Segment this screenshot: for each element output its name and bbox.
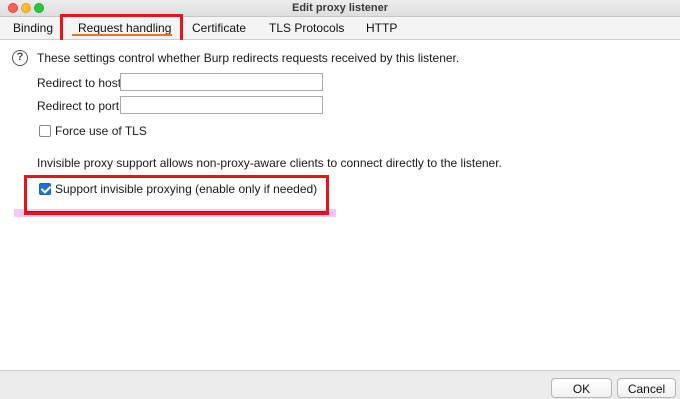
invisible-proxy-checkbox[interactable]: [39, 183, 51, 195]
force-tls-label: Force use of TLS: [55, 124, 147, 138]
tab-binding[interactable]: Binding: [13, 17, 53, 39]
highlight-stroke-dark: [26, 211, 328, 215]
invisible-proxy-description: Invisible proxy support allows non-proxy…: [37, 156, 502, 170]
tab-bar: Binding Request handling Certificate TLS…: [0, 17, 680, 40]
ok-button[interactable]: OK: [551, 378, 612, 398]
help-icon[interactable]: ?: [12, 50, 28, 66]
tab-tls-protocols[interactable]: TLS Protocols: [269, 17, 344, 39]
force-tls-checkbox[interactable]: [39, 125, 51, 137]
active-tab-indicator: [72, 34, 172, 36]
title-bar: Edit proxy listener: [0, 0, 680, 17]
redirect-port-label: Redirect to port:: [37, 99, 123, 113]
window-title: Edit proxy listener: [292, 2, 388, 14]
redirect-host-label: Redirect to host:: [37, 76, 125, 90]
cancel-button[interactable]: Cancel: [617, 378, 676, 398]
invisible-proxy-label: Support invisible proxying (enable only …: [55, 182, 318, 196]
tab-certificate[interactable]: Certificate: [192, 17, 246, 39]
tab-http[interactable]: HTTP: [366, 17, 397, 39]
redirect-host-input[interactable]: [120, 73, 323, 91]
settings-description: These settings control whether Burp redi…: [37, 51, 460, 65]
redirect-port-input[interactable]: [120, 96, 323, 114]
